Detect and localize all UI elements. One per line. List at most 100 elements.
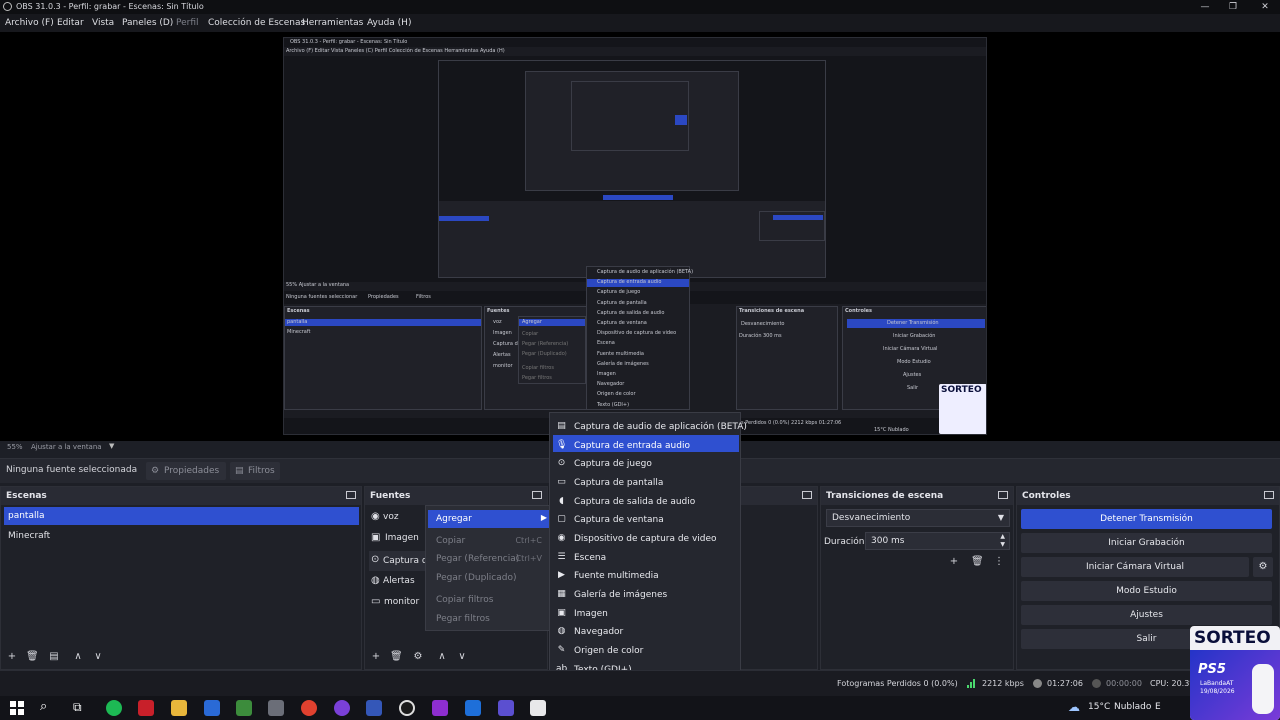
scene-item-minecraft[interactable]: Minecraft bbox=[4, 527, 359, 545]
language-indicator[interactable]: E bbox=[1155, 702, 1161, 712]
menu-coleccion[interactable]: Colección de Escenas bbox=[208, 18, 305, 28]
more-icon[interactable]: ⋮ bbox=[993, 556, 1005, 568]
menu-vista[interactable]: Vista bbox=[92, 18, 114, 28]
add-menu-item[interactable]: Captura de juego bbox=[574, 459, 652, 469]
close-button[interactable]: ✕ bbox=[1250, 0, 1280, 14]
duration-input[interactable]: 300 ms ▲ ▼ bbox=[865, 532, 1010, 550]
copy-shortcut: Ctrl+C bbox=[515, 536, 542, 545]
paste-dup-menu-item[interactable]: Pegar (Duplicado) bbox=[436, 573, 517, 583]
properties-button[interactable]: ⚙ Propiedades bbox=[146, 462, 226, 480]
trash-icon[interactable]: 🗑 bbox=[26, 651, 39, 663]
add-menu-item[interactable]: Agregar ▶ bbox=[428, 510, 550, 528]
paste-ref-menu-item[interactable]: Pegar (Referencia) bbox=[436, 554, 519, 564]
nested-add-item: Fuente multimedia bbox=[597, 350, 644, 357]
weather-condition[interactable]: Nublado bbox=[1114, 702, 1151, 712]
arrow-down-icon[interactable]: ∨ bbox=[92, 651, 104, 663]
window-icon: ▢ bbox=[557, 514, 566, 524]
add-menu-item[interactable]: Navegador bbox=[574, 627, 623, 637]
nested-ctrl-5: Salir bbox=[907, 385, 919, 391]
gear-icon[interactable]: ⚙ bbox=[412, 651, 424, 663]
add-menu-item[interactable]: Fuente multimedia bbox=[574, 571, 659, 581]
app-icon[interactable] bbox=[432, 700, 448, 716]
paste-filters-menu-item[interactable]: Pegar filtros bbox=[436, 614, 490, 624]
restore-button[interactable]: ❐ bbox=[1218, 0, 1248, 14]
app-icon[interactable] bbox=[268, 700, 284, 716]
nested-sources-head: Fuentes bbox=[487, 308, 510, 314]
add-menu-item[interactable]: Imagen bbox=[574, 609, 608, 619]
trash-icon[interactable]: 🗑 bbox=[971, 556, 984, 568]
gear-icon[interactable]: ⚙ bbox=[1253, 557, 1273, 577]
media-app-icon[interactable] bbox=[138, 700, 154, 716]
app-icon[interactable] bbox=[399, 700, 415, 716]
menu-ayuda[interactable]: Ayuda (H) bbox=[367, 18, 411, 28]
windows-start-icon[interactable] bbox=[10, 701, 24, 715]
float-dock-icon[interactable] bbox=[998, 491, 1008, 499]
stop-stream-button[interactable]: Detener Transmisión bbox=[1021, 509, 1272, 529]
spotify-icon[interactable] bbox=[106, 700, 122, 716]
filters-button[interactable]: ▤ Filtros bbox=[230, 462, 280, 480]
filter-icon[interactable]: ▤ bbox=[48, 651, 60, 663]
nested-menu: Archivo (F) Editar Vista Paneles (C) Per… bbox=[286, 48, 505, 54]
file-icon[interactable] bbox=[530, 700, 546, 716]
chrome-icon[interactable] bbox=[301, 700, 317, 716]
menu-herramientas[interactable]: Herramientas bbox=[302, 18, 363, 28]
minecraft-icon[interactable] bbox=[236, 700, 252, 716]
menu-archivo[interactable]: Archivo (F) bbox=[5, 18, 54, 28]
folder-icon[interactable] bbox=[171, 700, 187, 716]
menu-paneles[interactable]: Paneles (D) bbox=[122, 18, 173, 28]
float-dock-icon[interactable] bbox=[1264, 491, 1274, 499]
add-menu-item[interactable]: Captura de audio de aplicación (BETA) bbox=[574, 422, 747, 432]
store-icon[interactable] bbox=[204, 700, 220, 716]
float-dock-icon[interactable] bbox=[346, 491, 356, 499]
search-icon[interactable]: ⌕ bbox=[40, 699, 47, 714]
menu-editar[interactable]: Editar bbox=[57, 18, 84, 28]
copy-filters-menu-item[interactable]: Copiar filtros bbox=[436, 595, 493, 605]
transition-select[interactable]: Desvanecimiento ▼ bbox=[826, 509, 1010, 527]
add-menu-item[interactable]: Escena bbox=[574, 553, 606, 563]
preview-canvas[interactable]: OBS 31.0.3 - Perfil: grabar - Escenas: S… bbox=[283, 37, 987, 435]
settings-button[interactable]: Ajustes bbox=[1021, 605, 1272, 625]
chevron-down-icon: ▼ bbox=[997, 513, 1004, 522]
arrow-up-icon[interactable]: ∧ bbox=[72, 651, 84, 663]
add-menu-item[interactable]: Captura de pantalla bbox=[574, 478, 663, 488]
minimize-button[interactable]: — bbox=[1190, 0, 1220, 14]
start-recording-button[interactable]: Iniciar Grabación bbox=[1021, 533, 1272, 553]
add-menu-item[interactable]: Galería de imágenes bbox=[574, 590, 667, 600]
add-icon[interactable]: + bbox=[370, 651, 382, 663]
scene-item-pantalla[interactable]: pantalla bbox=[4, 507, 359, 525]
nested-preview-inner bbox=[438, 60, 826, 278]
task-view-icon[interactable]: ⧉ bbox=[73, 700, 82, 715]
arrow-up-icon[interactable]: ∧ bbox=[436, 651, 448, 663]
spinner-icon[interactable]: ▲ ▼ bbox=[1000, 533, 1005, 549]
app-icon[interactable] bbox=[366, 700, 382, 716]
float-dock-icon[interactable] bbox=[802, 491, 812, 499]
nested-source-4: monitor bbox=[493, 363, 513, 369]
fit-window-label[interactable]: Ajustar a la ventana bbox=[31, 443, 102, 451]
add-menu-item[interactable]: Captura de entrada audio bbox=[574, 441, 690, 451]
weather-temp[interactable]: 15°C bbox=[1088, 702, 1110, 712]
trash-icon[interactable]: 🗑 bbox=[390, 651, 403, 663]
source-item-captura[interactable]: ⊙ Captura de bbox=[369, 551, 433, 571]
menu-perfil[interactable]: Perfil bbox=[176, 18, 199, 28]
monitor-icon: ▭ bbox=[557, 477, 566, 487]
add-menu-item[interactable]: Captura de salida de audio bbox=[574, 497, 695, 507]
add-menu-item[interactable]: Origen de color bbox=[574, 646, 643, 656]
app-icon[interactable] bbox=[465, 700, 481, 716]
nested-ctx-4: Copiar filtros bbox=[522, 365, 554, 371]
studio-mode-button[interactable]: Modo Estudio bbox=[1021, 581, 1272, 601]
add-menu-item[interactable]: Captura de ventana bbox=[574, 515, 664, 525]
add-icon[interactable]: + bbox=[948, 556, 960, 568]
arrow-down-icon[interactable]: ∨ bbox=[456, 651, 468, 663]
nested-add-item: Captura de juego bbox=[597, 289, 641, 296]
obs-taskbar-icon[interactable] bbox=[334, 700, 350, 716]
zoom-level[interactable]: 55% bbox=[7, 443, 23, 451]
float-dock-icon[interactable] bbox=[532, 491, 542, 499]
app-icon[interactable] bbox=[498, 700, 514, 716]
nested-weather: 15°C Nublado bbox=[874, 427, 909, 433]
zoom-dropdown-icon[interactable]: ▼ bbox=[109, 442, 114, 450]
nested-controls-head: Controles bbox=[845, 308, 873, 314]
add-menu-item[interactable]: Dispositivo de captura de video bbox=[574, 534, 717, 544]
copy-menu-item[interactable]: Copiar bbox=[436, 536, 465, 546]
start-virtual-cam-button[interactable]: Iniciar Cámara Virtual bbox=[1021, 557, 1249, 577]
add-icon[interactable]: + bbox=[6, 651, 18, 663]
